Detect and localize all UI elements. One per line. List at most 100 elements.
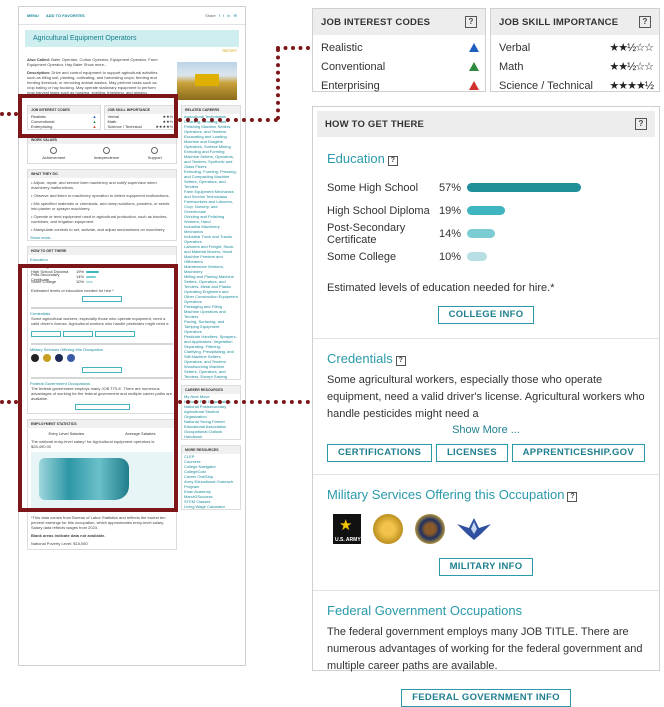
- edu-label: Some High School: [327, 181, 419, 194]
- apprenticeship-gov-button[interactable]: APPRENTICESHIP.GOV: [511, 444, 645, 462]
- thumb-side-column: RELATED CAREERS Agricultural Technicians…: [181, 105, 241, 515]
- thumb-favorites-link[interactable]: ADD TO FAVORITES: [46, 13, 85, 18]
- how-header: HOW TO GET THERE ?: [317, 111, 655, 137]
- skill-importance-panel: JOB SKILL IMPORTANCE ? Verbal ★★½☆☆ Math…: [490, 8, 660, 92]
- thumb-work-values-box: WORK VALUES Achievement Independence Sup…: [27, 135, 177, 164]
- resource-link[interactable]: Living Wage Calculator: [182, 504, 240, 509]
- education-section-title: Education?: [327, 151, 645, 166]
- federal-text: The federal government employs many JOB …: [327, 626, 643, 672]
- college-info-button[interactable]: COLLEGE INFO: [437, 306, 535, 324]
- credentials-section-title: Credentials?: [327, 351, 645, 366]
- federal-section-title: Federal Government Occupations: [327, 603, 523, 618]
- related-career-link[interactable]: Maintenance Workers, Machinery: [182, 264, 240, 274]
- resource-link[interactable]: Occupational Outlook Handbook: [182, 429, 240, 439]
- credentials-show-more-link[interactable]: Show More ...: [327, 424, 645, 436]
- highlight-interest-skills: [18, 94, 178, 138]
- achievement-icon: Achievement: [42, 147, 65, 160]
- edu-bar: [467, 206, 505, 215]
- thumb-menu-link[interactable]: MENU: [27, 13, 39, 18]
- skill-row-math: Math ★★½☆☆: [491, 57, 659, 76]
- thumb-task: • Mix specified materials or chemicals, …: [31, 201, 170, 211]
- military-section-title: Military Services Offering this Occupati…: [327, 487, 645, 502]
- email-icon[interactable]: ✉: [234, 13, 237, 18]
- skill-row-science: Science / Technical ★★★★½: [491, 76, 659, 95]
- federal-government-info-button[interactable]: FEDERAL GOVERNMENT INFO: [401, 689, 571, 707]
- edu-row: Post-Secondary Certificate 14%: [327, 222, 645, 246]
- related-career-link[interactable]: Operating Engineers and Other Constructi…: [182, 289, 240, 304]
- skill-importance-title: JOB SKILL IMPORTANCE: [499, 16, 619, 28]
- skill-label: Math: [499, 60, 524, 73]
- skill-label: Verbal: [499, 41, 531, 54]
- independence-icon: Independence: [94, 147, 119, 160]
- twitter-icon[interactable]: t: [223, 13, 224, 18]
- edu-row: Some High School 57%: [327, 176, 645, 199]
- star-rating-icon: ★★½☆☆: [609, 61, 654, 73]
- edu-label: High School Diploma: [327, 204, 430, 217]
- interest-label: Enterprising: [321, 79, 380, 92]
- connector-interest: [178, 118, 278, 122]
- star-rating-icon: ★★★★½: [609, 80, 654, 92]
- interest-row-realistic: Realistic: [313, 38, 485, 57]
- thumb-what-they-do-head: WHAT THEY DO: [28, 170, 176, 178]
- thumb-task: • Observe and listen to machinery operat…: [31, 193, 170, 198]
- credentials-help-icon[interactable]: ?: [395, 356, 406, 366]
- resource-link[interactable]: National Young Farmer Educational Associ…: [182, 419, 240, 429]
- how-help-icon[interactable]: ?: [635, 118, 647, 130]
- related-career-link[interactable]: Milling and Planing Machine Setters, Ope…: [182, 274, 240, 289]
- related-career-link[interactable]: Extruding, Forming, Pressing, and Compac…: [182, 169, 240, 189]
- skill-importance-header: JOB SKILL IMPORTANCE ?: [491, 9, 659, 35]
- related-career-link[interactable]: Industrial Machinery Mechanics: [182, 224, 240, 234]
- licenses-button[interactable]: LICENSES: [435, 444, 508, 462]
- resource-link[interactable]: Army Educational Outreach Program: [182, 479, 240, 489]
- facebook-icon[interactable]: f: [219, 13, 220, 18]
- resource-link[interactable]: National Postsecondary Agricultural Stud…: [182, 404, 240, 419]
- interest-label: Realistic: [321, 41, 363, 54]
- related-career-link[interactable]: Farm Equipment Mechanics and Service Tec…: [182, 189, 240, 199]
- air-force-seal-icon[interactable]: [457, 516, 491, 542]
- skill-help-icon[interactable]: ?: [639, 16, 651, 28]
- edu-bar: [467, 252, 487, 261]
- thumb-how-head: HOW TO GET THERE: [28, 247, 176, 255]
- thumb-description: Description: Drive and control equipment…: [27, 70, 158, 95]
- education-help-icon[interactable]: ?: [387, 156, 398, 166]
- triangle-icon: [469, 62, 479, 71]
- navy-seal-icon[interactable]: [415, 514, 445, 544]
- interest-label: Conventional: [321, 60, 386, 73]
- thumb-task: • Adjust, repair, and service farm machi…: [31, 180, 157, 190]
- thumb-related-careers-box: RELATED CAREERS Agricultural Technicians…: [181, 105, 241, 380]
- military-info-button[interactable]: MILITARY INFO: [438, 558, 534, 576]
- related-career-link[interactable]: Laborers and Freight, Stock, and Materia…: [182, 244, 240, 254]
- thumb-career-resources-head: CAREER RESOURCES: [182, 386, 240, 394]
- interest-help-icon[interactable]: ?: [465, 16, 477, 28]
- edu-row: Some College 10%: [327, 245, 645, 268]
- certifications-button[interactable]: CERTIFICATIONS: [327, 444, 433, 462]
- military-help-icon[interactable]: ?: [567, 492, 578, 502]
- thumb-poverty: National Poverty Level: $15,060: [31, 541, 88, 546]
- triangle-icon: [469, 43, 479, 52]
- related-career-link[interactable]: Pesticide Handlers, Sprayers, and Applic…: [182, 334, 240, 344]
- connector-vertical: [276, 48, 280, 120]
- army-seal-icon[interactable]: ★ U.S. ARMY: [333, 514, 361, 544]
- education-note: Estimated levels of education needed for…: [327, 282, 555, 294]
- triangle-icon: [469, 81, 479, 90]
- related-career-link[interactable]: Paving, Surfacing, and Tamping Equipment…: [182, 319, 240, 334]
- related-career-link[interactable]: Industrial Truck and Tractor Operators: [182, 234, 240, 244]
- thumb-show-more-link[interactable]: Show more...: [28, 235, 176, 240]
- related-career-link[interactable]: Farmworkers and Laborers, Crop, Nursery,…: [182, 199, 240, 214]
- edu-pct: 57%: [439, 181, 462, 194]
- related-career-link[interactable]: Grinding and Polishing Workers, Hand: [182, 214, 240, 224]
- related-career-link[interactable]: Extruding and Forming Machine Setters, O…: [182, 149, 240, 169]
- star-rating-icon: ★★½☆☆: [609, 42, 654, 54]
- thumb-more-resources-box: MORE RESOURCES CLEP Coursera College Nav…: [181, 445, 241, 510]
- interest-row-enterprising: Enterprising: [313, 76, 485, 95]
- related-career-link[interactable]: Excavating and Loading Machine and Dragl…: [182, 134, 240, 149]
- thumb-related-head: RELATED CAREERS: [182, 106, 240, 114]
- related-career-link[interactable]: Packaging and Filling Machine Operators …: [182, 304, 240, 319]
- linkedin-icon[interactable]: in: [227, 13, 230, 18]
- marines-seal-icon[interactable]: [373, 514, 403, 544]
- related-career-link[interactable]: Separating, Filtering, Clarifying, Preci…: [182, 344, 240, 364]
- related-career-link[interactable]: Machine Feeders and Offbearers: [182, 254, 240, 264]
- skill-row-verbal: Verbal ★★½☆☆: [491, 38, 659, 57]
- how-title: HOW TO GET THERE: [325, 118, 425, 130]
- related-career-link[interactable]: Woodworking Machine Setters, Operators, …: [182, 364, 240, 379]
